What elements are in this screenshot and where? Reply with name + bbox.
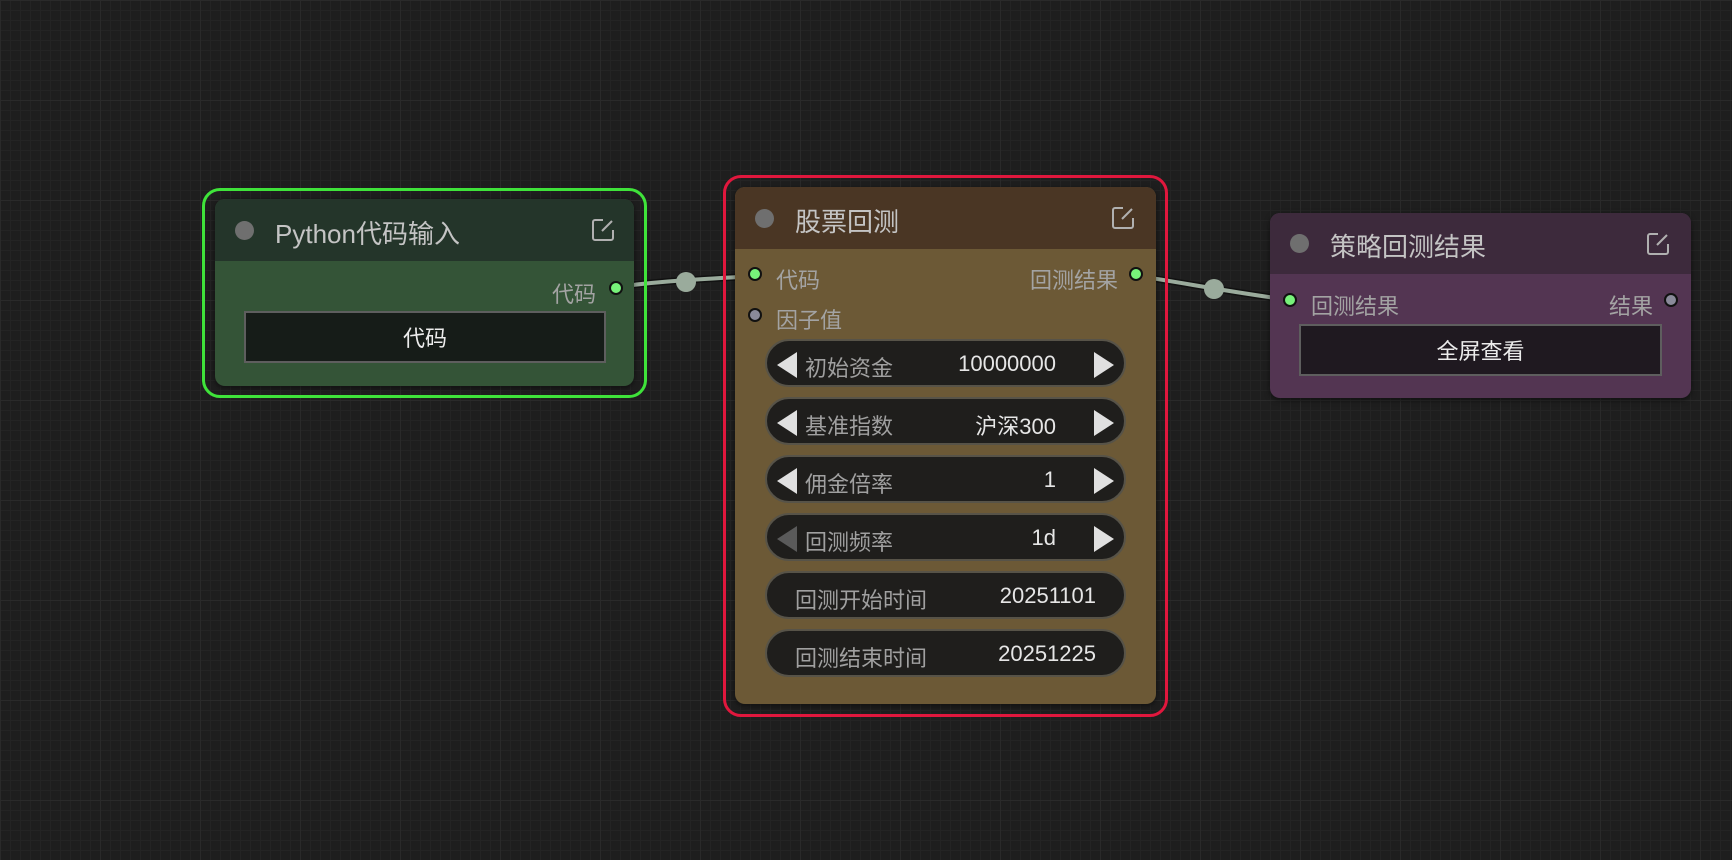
output-label-backtest-result: 回测结果	[1029, 268, 1118, 293]
widget-label: 初始资金	[805, 356, 894, 381]
output-label-code: 代码	[551, 282, 596, 307]
decrement-arrow-icon[interactable]	[777, 468, 797, 494]
input-slot-factor[interactable]	[748, 308, 762, 322]
code-button[interactable]: 代码	[244, 311, 606, 363]
widget-end-date[interactable]: 回测结束时间 20251225	[765, 629, 1126, 677]
widget-label: 基准指数	[805, 414, 894, 439]
node-title: 股票回测	[795, 207, 900, 237]
link-code-center[interactable]	[676, 272, 696, 292]
widget-backtest-frequency[interactable]: 回测频率 1d	[765, 513, 1126, 561]
widget-start-date[interactable]: 回测开始时间 20251101	[765, 571, 1126, 619]
link-result-center[interactable]	[1204, 279, 1224, 299]
decrement-arrow-icon[interactable]	[777, 410, 797, 436]
decrement-arrow-icon[interactable]	[777, 526, 797, 552]
increment-arrow-icon[interactable]	[1094, 410, 1114, 436]
input-slot-backtest-result[interactable]	[1283, 293, 1297, 307]
widget-value: 20251101	[999, 583, 1096, 608]
output-slot-code[interactable]	[609, 281, 623, 295]
input-label-backtest-result: 回测结果	[1311, 294, 1400, 319]
backtest-node[interactable]: 股票回测 代码 因子值 回测结果 初始资金 10000000 基准指数 沪深30…	[735, 187, 1156, 704]
output-slot-result[interactable]	[1664, 293, 1678, 307]
result-node[interactable]: 策略回测结果 回测结果 结果 全屏查看	[1270, 213, 1691, 398]
widget-benchmark-index[interactable]: 基准指数 沪深300	[765, 397, 1126, 445]
increment-arrow-icon[interactable]	[1094, 352, 1114, 378]
input-label-factor: 因子值	[776, 308, 843, 333]
widget-commission-multiplier[interactable]: 佣金倍率 1	[765, 455, 1126, 503]
widget-label: 回测开始时间	[795, 588, 928, 613]
input-slot-code[interactable]	[748, 267, 762, 281]
node-header[interactable]: 股票回测	[735, 187, 1156, 249]
status-dot-icon[interactable]	[755, 209, 774, 228]
node-title: Python代码输入	[275, 219, 460, 249]
python-input-node[interactable]: Python代码输入 代码 代码	[215, 199, 634, 386]
widget-label: 佣金倍率	[805, 472, 894, 497]
widget-label: 回测结束时间	[795, 646, 928, 671]
output-slot-backtest-result[interactable]	[1129, 267, 1143, 281]
widget-value: 沪深300	[975, 414, 1056, 439]
increment-arrow-icon[interactable]	[1094, 468, 1114, 494]
widget-value: 20251225	[998, 641, 1096, 666]
output-label-result: 结果	[1608, 294, 1653, 319]
node-title: 策略回测结果	[1330, 232, 1487, 262]
decrement-arrow-icon[interactable]	[777, 352, 797, 378]
status-dot-icon[interactable]	[1290, 234, 1309, 253]
fullscreen-view-button[interactable]: 全屏查看	[1299, 324, 1662, 376]
node-header[interactable]: 策略回测结果	[1270, 213, 1691, 274]
widget-value: 10000000	[958, 351, 1056, 376]
edit-icon[interactable]	[1645, 231, 1671, 257]
status-dot-icon[interactable]	[235, 221, 254, 240]
widget-value: 1d	[1031, 525, 1056, 550]
input-label-code: 代码	[776, 268, 821, 293]
increment-arrow-icon[interactable]	[1094, 526, 1114, 552]
widget-initial-capital[interactable]: 初始资金 10000000	[765, 339, 1126, 387]
edit-icon[interactable]	[1110, 205, 1136, 231]
widget-label: 回测频率	[805, 530, 894, 555]
widget-value: 1	[1043, 467, 1056, 492]
node-header[interactable]: Python代码输入	[215, 199, 634, 261]
edit-icon[interactable]	[590, 217, 616, 243]
